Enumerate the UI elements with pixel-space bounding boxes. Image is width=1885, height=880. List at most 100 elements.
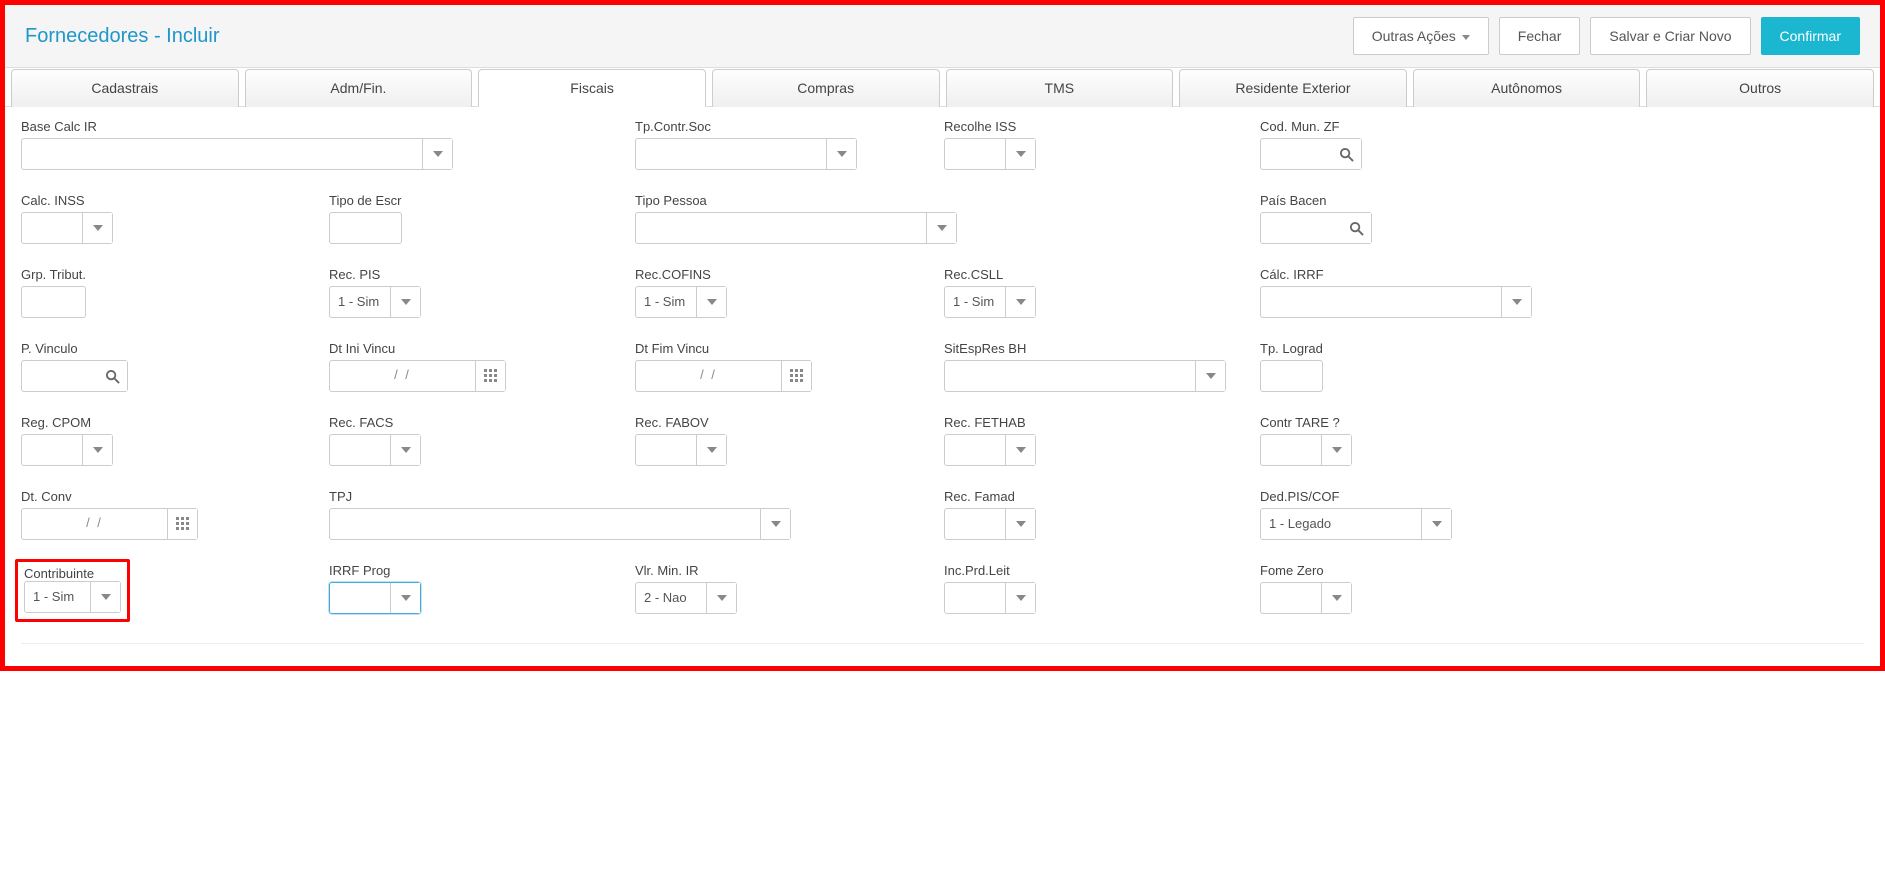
chevron-down-icon[interactable]	[1005, 287, 1035, 317]
chevron-down-icon[interactable]	[1321, 583, 1351, 613]
search-icon[interactable]	[1341, 213, 1371, 243]
input-rec-cofins[interactable]: 1 - Sim	[635, 286, 727, 318]
value-inc-prd-leit[interactable]	[945, 583, 1005, 613]
value-cod-mun-zf[interactable]	[1261, 139, 1331, 169]
value-tp-lograd[interactable]	[1261, 361, 1311, 391]
value-tp-contr-soc[interactable]	[636, 139, 826, 169]
value-irrf-prog[interactable]	[330, 583, 390, 613]
input-dt-ini-vincu[interactable]: / /	[329, 360, 506, 392]
value-tipo-escr[interactable]	[330, 213, 370, 243]
tab-residente-exterior[interactable]: Residente Exterior	[1179, 69, 1407, 107]
chevron-down-icon[interactable]	[1501, 287, 1531, 317]
value-recolhe-iss[interactable]	[945, 139, 1005, 169]
other-actions-button[interactable]: Outras Ações	[1353, 17, 1489, 55]
chevron-down-icon[interactable]	[926, 213, 956, 243]
value-reg-cpom[interactable]	[22, 435, 82, 465]
chevron-down-icon[interactable]	[390, 435, 420, 465]
input-reg-cpom[interactable]	[21, 434, 113, 466]
value-contribuinte[interactable]: 1 - Sim	[25, 582, 90, 612]
tab-adm-fin-[interactable]: Adm/Fin.	[245, 69, 473, 107]
value-rec-fethab[interactable]	[945, 435, 1005, 465]
value-base-calc-ir[interactable]	[22, 139, 422, 169]
input-cod-mun-zf[interactable]	[1260, 138, 1362, 170]
value-calc-irrf[interactable]	[1261, 287, 1501, 317]
input-tp-contr-soc[interactable]	[635, 138, 857, 170]
chevron-down-icon[interactable]	[696, 287, 726, 317]
value-sitespres-bh[interactable]	[945, 361, 1195, 391]
input-tipo-pessoa[interactable]	[635, 212, 957, 244]
value-contr-tare[interactable]	[1261, 435, 1321, 465]
value-vlr-min-ir[interactable]: 2 - Nao	[636, 583, 706, 613]
chevron-down-icon[interactable]	[422, 139, 452, 169]
input-vlr-min-ir[interactable]: 2 - Nao	[635, 582, 737, 614]
input-tipo-escr[interactable]	[329, 212, 402, 244]
chevron-down-icon[interactable]	[1005, 509, 1035, 539]
chevron-down-icon[interactable]	[1321, 435, 1351, 465]
value-tipo-pessoa[interactable]	[636, 213, 926, 243]
input-ded-piscof[interactable]: 1 - Legado	[1260, 508, 1452, 540]
value-tpj[interactable]	[330, 509, 760, 539]
tab-tms[interactable]: TMS	[946, 69, 1174, 107]
calendar-icon[interactable]	[167, 509, 197, 539]
chevron-down-icon[interactable]	[390, 287, 420, 317]
input-calc-inss[interactable]	[21, 212, 113, 244]
value-dt-conv[interactable]: / /	[22, 509, 167, 539]
input-dt-fim-vincu[interactable]: / /	[635, 360, 812, 392]
chevron-down-icon[interactable]	[82, 213, 112, 243]
value-rec-cofins[interactable]: 1 - Sim	[636, 287, 696, 317]
chevron-down-icon[interactable]	[1005, 583, 1035, 613]
tab-aut-nomos[interactable]: Autônomos	[1413, 69, 1641, 107]
value-ded-piscof[interactable]: 1 - Legado	[1261, 509, 1421, 539]
search-icon[interactable]	[1331, 139, 1361, 169]
chevron-down-icon[interactable]	[90, 582, 120, 612]
search-icon[interactable]	[97, 361, 127, 391]
input-grp-tribut[interactable]	[21, 286, 86, 318]
value-rec-csll[interactable]: 1 - Sim	[945, 287, 1005, 317]
chevron-down-icon[interactable]	[696, 435, 726, 465]
input-recolhe-iss[interactable]	[944, 138, 1036, 170]
input-dt-conv[interactable]: / /	[21, 508, 198, 540]
chevron-down-icon[interactable]	[760, 509, 790, 539]
input-base-calc-ir[interactable]	[21, 138, 453, 170]
input-contr-tare[interactable]	[1260, 434, 1352, 466]
input-rec-pis[interactable]: 1 - Sim	[329, 286, 421, 318]
input-inc-prd-leit[interactable]	[944, 582, 1036, 614]
input-p-vinculo[interactable]	[21, 360, 128, 392]
value-grp-tribut[interactable]	[22, 287, 72, 317]
value-rec-facs[interactable]	[330, 435, 390, 465]
value-dt-fim-vincu[interactable]: / /	[636, 361, 781, 391]
tab-cadastrais[interactable]: Cadastrais	[11, 69, 239, 107]
input-tp-lograd[interactable]	[1260, 360, 1323, 392]
confirm-button[interactable]: Confirmar	[1761, 17, 1860, 55]
input-rec-csll[interactable]: 1 - Sim	[944, 286, 1036, 318]
input-calc-irrf[interactable]	[1260, 286, 1532, 318]
input-rec-fethab[interactable]	[944, 434, 1036, 466]
input-irrf-prog[interactable]	[329, 582, 421, 614]
value-calc-inss[interactable]	[22, 213, 82, 243]
chevron-down-icon[interactable]	[1195, 361, 1225, 391]
chevron-down-icon[interactable]	[1005, 139, 1035, 169]
value-rec-pis[interactable]: 1 - Sim	[330, 287, 390, 317]
value-rec-fabov[interactable]	[636, 435, 696, 465]
input-sitespres-bh[interactable]	[944, 360, 1226, 392]
chevron-down-icon[interactable]	[706, 583, 736, 613]
calendar-icon[interactable]	[475, 361, 505, 391]
value-fome-zero[interactable]	[1261, 583, 1321, 613]
value-p-vinculo[interactable]	[22, 361, 97, 391]
chevron-down-icon[interactable]	[1421, 509, 1451, 539]
input-rec-facs[interactable]	[329, 434, 421, 466]
input-fome-zero[interactable]	[1260, 582, 1352, 614]
input-rec-famad[interactable]	[944, 508, 1036, 540]
input-pais-bacen[interactable]	[1260, 212, 1372, 244]
tab-fiscais[interactable]: Fiscais	[478, 69, 706, 107]
input-contribuinte[interactable]: 1 - Sim	[24, 581, 121, 613]
input-tpj[interactable]	[329, 508, 791, 540]
value-pais-bacen[interactable]	[1261, 213, 1341, 243]
chevron-down-icon[interactable]	[82, 435, 112, 465]
chevron-down-icon[interactable]	[1005, 435, 1035, 465]
tab-outros[interactable]: Outros	[1646, 69, 1874, 107]
tab-compras[interactable]: Compras	[712, 69, 940, 107]
value-dt-ini-vincu[interactable]: / /	[330, 361, 475, 391]
value-rec-famad[interactable]	[945, 509, 1005, 539]
save-and-new-button[interactable]: Salvar e Criar Novo	[1590, 17, 1750, 55]
